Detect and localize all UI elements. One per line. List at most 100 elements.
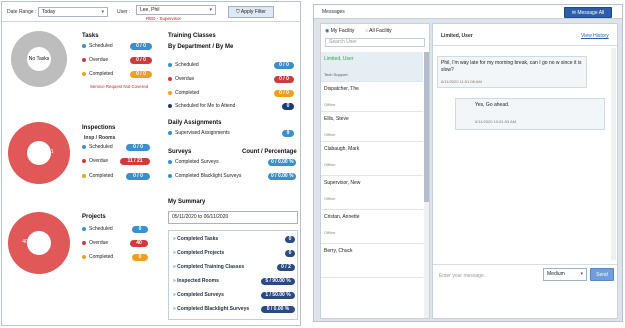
training-subtitle: By Department / By Me: [168, 44, 234, 50]
navy-dot-icon: [168, 103, 172, 108]
message-time: 6/11/2020 11:51:08 AM: [441, 79, 482, 84]
user-role: RED - Supervisor: [146, 16, 182, 21]
summary-list: » Completed Tasks 0 » Completed Projects…: [168, 230, 298, 320]
orange-dot-icon: [82, 254, 86, 259]
summary-row-rooms[interactable]: » Inspected Rooms: [173, 277, 219, 286]
blue-dot-icon: [82, 144, 86, 149]
insp-row-scheduled[interactable]: Scheduled: [82, 143, 113, 152]
messages-header: Messages ✉ Message All: [314, 5, 622, 19]
user-select[interactable]: Lee, Phil ▾: [136, 5, 216, 15]
radio-all-facility[interactable]: ○ All Facility: [365, 27, 392, 36]
blue-dot-icon: [168, 62, 172, 67]
daily-supervised-badge: 9: [282, 130, 294, 137]
message-all-button[interactable]: ✉ Message All: [564, 7, 612, 18]
user-list-item[interactable]: Berry, Chuck: [321, 244, 423, 278]
send-button[interactable]: Send: [590, 268, 614, 281]
apply-filter-button[interactable]: ⛉ Apply Filter: [228, 6, 274, 18]
tasks-row-completed[interactable]: Completed: [82, 70, 113, 79]
proj-row-completed[interactable]: Completed: [82, 253, 113, 262]
view-history-link[interactable]: View History: [581, 33, 609, 39]
message-text: Yes, Go ahead.: [475, 102, 510, 108]
user-list-item[interactable]: Ellis, Steve Offline: [321, 112, 423, 142]
red-dot-icon: [82, 57, 86, 62]
summary-row-projects[interactable]: » Completed Projects: [173, 249, 224, 258]
user-list-item[interactable]: Cristan, Annette Offline: [321, 210, 423, 244]
surveys-row-completed[interactable]: Completed Surveys: [168, 158, 219, 167]
date-range-select[interactable]: Today ▾: [38, 7, 108, 17]
insp-overdue-badge: 11 / 21: [120, 158, 150, 165]
daily-row-supervised[interactable]: Supervised Assignments: [168, 129, 230, 138]
surveys-row-blacklight[interactable]: Completed Blacklight Surveys: [168, 172, 241, 181]
row-label: Overdue: [175, 76, 195, 82]
messages-panel: Messages ✉ Message All ◉ My Facility ○ A…: [313, 4, 623, 322]
insp-row-completed[interactable]: Completed: [82, 172, 113, 181]
chat-scrollbar[interactable]: [611, 48, 616, 260]
summary-rooms-badge: 5 / 90.00 %: [261, 278, 295, 285]
priority-select[interactable]: Medium ▾: [543, 268, 587, 281]
row-label: Completed Surveys: [175, 159, 219, 165]
proj-scheduled-badge: 0: [132, 226, 148, 233]
row-label: Completed: [175, 90, 200, 96]
user-name: Supervisor, New: [324, 180, 361, 186]
summary-projects-badge: 0: [285, 250, 295, 257]
priority-value: Medium: [547, 271, 565, 277]
row-label: Scheduled: [89, 144, 113, 150]
red-dot-icon: [168, 76, 172, 81]
proj-row-overdue[interactable]: Overdue: [82, 239, 108, 248]
training-attend-badge: 0: [282, 103, 294, 110]
user-status: Offline: [324, 230, 336, 235]
message-bubble-incoming: Phil, I'm way late for my morning break,…: [437, 56, 587, 88]
blue-dot-icon: [82, 226, 86, 231]
row-label: Completed Training Classes: [177, 264, 245, 270]
blue-dot-icon: [82, 43, 86, 48]
summary-blacklight-badge: 0 / 0.00 %: [261, 306, 295, 313]
inspections-ring-label: 11: [48, 149, 54, 155]
summary-range-field[interactable]: 05/11/2020 to 06/11/2020: [168, 211, 298, 224]
summary-row-blacklight[interactable]: » Completed Blacklight Surveys: [173, 305, 249, 314]
user-list-scrollbar[interactable]: [424, 52, 429, 318]
row-label: Completed Surveys: [177, 292, 224, 298]
chevron-down-icon: ▾: [580, 271, 583, 277]
daily-title: Daily Assignments: [168, 120, 222, 126]
training-row-attend[interactable]: Scheduled for Me to Attend: [168, 102, 235, 111]
projects-ring-label: 40: [22, 239, 28, 245]
radio-label: All Facility: [369, 28, 392, 34]
user-status: Offline: [324, 132, 336, 137]
summary-title: My Summary: [168, 199, 206, 205]
training-row-scheduled[interactable]: Scheduled: [168, 61, 199, 70]
tasks-ring-label: No Tasks: [28, 56, 50, 62]
insp-scheduled-badge: 0 / 0: [126, 144, 150, 151]
row-label: Scheduled: [89, 226, 113, 232]
training-row-completed[interactable]: Completed: [168, 89, 199, 98]
insp-row-overdue[interactable]: Overdue: [82, 157, 108, 166]
proj-overdue-badge: 40: [130, 240, 148, 247]
tasks-row-overdue[interactable]: Overdue: [82, 56, 108, 65]
proj-row-scheduled[interactable]: Scheduled: [82, 225, 113, 234]
surveys-count-header: Count / Percentage: [242, 149, 297, 155]
row-label: Completed: [89, 71, 114, 77]
blue-dot-icon: [168, 173, 172, 178]
user-list-item[interactable]: Supervisor, New Offline: [321, 176, 423, 210]
row-label: Completed Tasks: [177, 236, 219, 242]
summary-row-training[interactable]: » Completed Training Classes: [173, 263, 244, 272]
radio-my-facility[interactable]: ◉ My Facility: [325, 27, 354, 36]
row-label: Inspected Rooms: [177, 278, 219, 284]
search-user-input[interactable]: Search User: [325, 38, 425, 47]
row-label: Completed: [89, 173, 114, 179]
summary-row-tasks[interactable]: » Completed Tasks: [173, 235, 218, 244]
blue-dot-icon: [168, 130, 172, 135]
message-input[interactable]: Enter your message.: [439, 273, 485, 279]
row-label: Scheduled for Me to Attend: [175, 103, 236, 109]
row-label: Overdue: [89, 57, 109, 63]
orange-dot-icon: [82, 173, 86, 178]
user-list-item[interactable]: Limited, User Tech Support: [321, 52, 423, 82]
red-dot-icon: [82, 158, 86, 163]
user-list-item[interactable]: Dispatcher, The Offline: [321, 82, 423, 112]
user-list: Limited, User Tech Support Dispatcher, Th…: [321, 52, 423, 318]
tasks-row-scheduled[interactable]: Scheduled: [82, 42, 113, 51]
chat-with-name: Limited, User: [441, 33, 473, 39]
summary-row-surveys[interactable]: » Completed Surveys: [173, 291, 224, 300]
user-status: Tech Support: [324, 72, 348, 77]
training-row-overdue[interactable]: Overdue: [168, 75, 194, 84]
user-list-item[interactable]: Clabaugh, Mark Offline: [321, 142, 423, 176]
